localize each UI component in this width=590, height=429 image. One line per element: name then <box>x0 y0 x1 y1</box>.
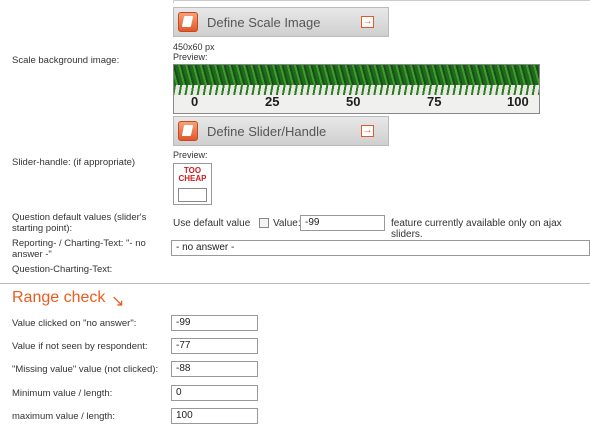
arrow-right-icon: → <box>361 16 374 28</box>
scale-preview-image: 0 25 50 75 100 <box>173 64 540 114</box>
default-values-label: Question default values (slider's starti… <box>12 212 147 234</box>
scale-size-text: 450x60 px <box>173 42 215 52</box>
scale-preview-label: Preview: <box>173 52 208 62</box>
image-edit-icon <box>178 12 198 32</box>
range-row-label: maximum value / length: <box>12 411 115 422</box>
define-scale-image-button[interactable]: Define Scale Image → <box>173 7 389 37</box>
range-row-label: Minimum value / length: <box>12 388 113 399</box>
scale-number: 75 <box>427 94 442 109</box>
section-divider <box>0 283 590 284</box>
ajax-note: feature currently available only on ajax… <box>391 218 562 240</box>
use-default-checkbox[interactable] <box>259 218 269 228</box>
reporting-text-input[interactable]: - no answer - <box>171 240 590 256</box>
scale-number: 100 <box>507 94 529 109</box>
reporting-text-label: Reporting- / Charting-Text: "- no answer… <box>12 238 146 260</box>
scale-number: 25 <box>265 94 280 109</box>
default-value-input[interactable]: -99 <box>300 215 385 231</box>
no-answer-value-input[interactable]: -99 <box>171 315 258 331</box>
define-slider-handle-button[interactable]: Define Slider/Handle → <box>173 116 389 146</box>
range-row-label: Value if not seen by respondent: <box>12 341 148 352</box>
define-slider-handle-label: Define Slider/Handle <box>207 124 327 139</box>
range-row-label: Value clicked on "no answer": <box>12 318 137 329</box>
collapse-arrow-icon[interactable]: ↘ <box>111 291 124 311</box>
slider-handle-label: Slider-handle: (if appropriate) <box>12 157 136 168</box>
not-seen-value-input[interactable]: -77 <box>171 338 258 354</box>
scale-number: 50 <box>346 94 361 109</box>
use-default-label: Use default value <box>173 218 251 229</box>
define-scale-image-label: Define Scale Image <box>207 15 321 30</box>
slider-preview-label: Preview: <box>173 150 208 160</box>
slider-handle-preview: TOO CHEAP <box>173 163 212 205</box>
minimum-value-input[interactable]: 0 <box>171 385 258 401</box>
image-edit-icon <box>178 121 198 141</box>
range-row-label: "Missing value" value (not clicked): <box>12 364 159 375</box>
handle-box <box>178 188 207 202</box>
scale-number: 0 <box>191 94 199 109</box>
top-border <box>173 0 590 3</box>
question-charting-label: Question-Charting-Text: <box>12 264 113 275</box>
arrow-right-icon: → <box>361 125 374 137</box>
missing-value-input[interactable]: -88 <box>171 361 258 377</box>
value-label: Value: <box>273 218 301 229</box>
scale-bg-label: Scale background image: <box>12 55 120 66</box>
handle-text: TOO CHEAP <box>178 166 207 183</box>
range-check-title: Range check <box>12 289 106 306</box>
maximum-value-input[interactable]: 100 <box>171 408 258 424</box>
